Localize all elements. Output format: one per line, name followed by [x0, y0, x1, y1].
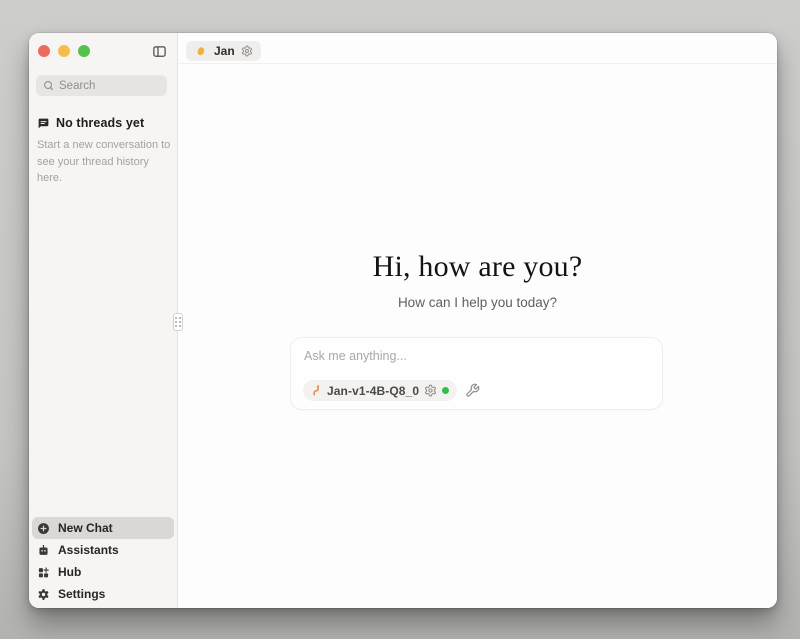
search-placeholder: Search	[59, 80, 95, 92]
sidebar-item-hub[interactable]: Hub	[32, 561, 174, 583]
sidebar-titlebar	[29, 38, 177, 64]
sidebar-item-label: New Chat	[58, 521, 113, 535]
chat-composer[interactable]: Ask me anything... Jan-v1-4B-Q8_0	[290, 337, 663, 410]
toggle-sidebar-icon[interactable]	[151, 44, 168, 59]
model-selector[interactable]: Jan-v1-4B-Q8_0	[303, 380, 457, 401]
tab-jan[interactable]: Jan	[186, 41, 261, 61]
sidebar-item-label: Hub	[58, 565, 81, 579]
llama-icon	[309, 384, 322, 397]
sidebar: Search No threads yet Start a new conver…	[29, 33, 178, 608]
sidebar-item-label: Settings	[58, 587, 105, 601]
empty-state-description: Start a new conversation to see your thr…	[37, 137, 173, 187]
composer-toolbar: Jan-v1-4B-Q8_0	[303, 380, 480, 401]
empty-state-title: No threads yet	[56, 116, 144, 130]
bot-icon	[37, 544, 50, 557]
sidebar-item-settings[interactable]: Settings	[32, 583, 174, 605]
app-window: Search No threads yet Start a new conver…	[29, 33, 777, 608]
blocks-icon	[37, 566, 50, 579]
traffic-lights	[38, 45, 90, 57]
gear-icon	[37, 588, 50, 601]
sidebar-item-label: Assistants	[58, 543, 119, 557]
main-area: Jan Hi, how are you? How can I help you …	[178, 33, 777, 608]
search-icon	[43, 80, 54, 91]
greeting-heading: Hi, how are you?	[178, 250, 777, 284]
sidebar-item-new-chat[interactable]: New Chat	[32, 517, 174, 539]
gear-icon[interactable]	[424, 384, 437, 397]
zoom-window-button[interactable]	[78, 45, 90, 57]
sidebar-item-assistants[interactable]: Assistants	[32, 539, 174, 561]
search-input[interactable]: Search	[36, 75, 167, 96]
sidebar-spacer	[29, 187, 177, 518]
composer-placeholder: Ask me anything...	[304, 349, 407, 363]
message-square-icon	[37, 117, 50, 130]
sidebar-resize-handle[interactable]	[173, 313, 183, 331]
tab-bar: Jan	[178, 38, 777, 64]
circle-plus-icon	[37, 522, 50, 535]
tab-title: Jan	[214, 44, 235, 58]
wrench-icon[interactable]	[465, 383, 480, 398]
close-window-button[interactable]	[38, 45, 50, 57]
minimize-window-button[interactable]	[58, 45, 70, 57]
gear-icon[interactable]	[241, 45, 253, 57]
model-status-dot	[442, 387, 449, 394]
threads-empty-state: No threads yet Start a new conversation …	[29, 96, 177, 187]
welcome-block: Hi, how are you? How can I help you toda…	[178, 250, 777, 310]
greeting-subtitle: How can I help you today?	[178, 295, 777, 310]
waving-hand-icon	[194, 44, 208, 58]
model-name: Jan-v1-4B-Q8_0	[327, 384, 419, 398]
sidebar-nav: New Chat Assistants H	[29, 517, 177, 608]
